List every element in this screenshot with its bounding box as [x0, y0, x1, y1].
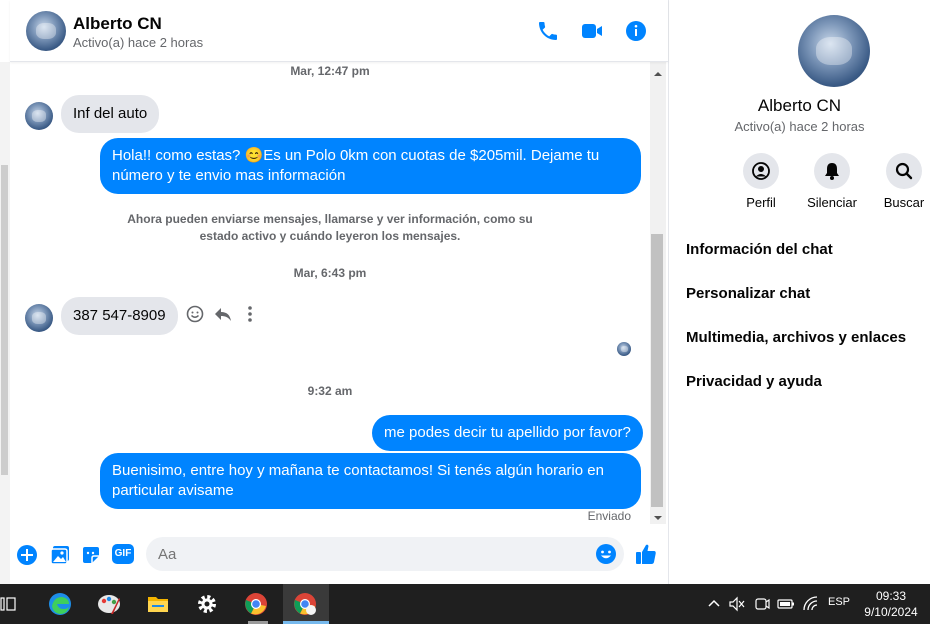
menu-chat-info[interactable]: Información del chat	[686, 241, 833, 258]
menu-privacy-help[interactable]: Privacidad y ayuda	[686, 373, 822, 390]
task-view-icon[interactable]	[0, 592, 18, 616]
timestamp: Mar, 6:43 pm	[293, 266, 367, 280]
more-options-icon[interactable]	[242, 304, 258, 324]
video-call-icon[interactable]	[580, 19, 604, 43]
profile-avatar[interactable]	[798, 15, 870, 87]
add-icon[interactable]	[16, 544, 38, 566]
sender-avatar[interactable]	[25, 304, 53, 332]
menu-customize-chat[interactable]: Personalizar chat	[686, 285, 810, 302]
emoji-icon[interactable]	[595, 543, 617, 565]
timestamp: 9:32 am	[307, 384, 353, 398]
wifi-icon[interactable]	[803, 596, 819, 612]
edge-icon[interactable]	[48, 592, 72, 616]
photo-icon[interactable]	[49, 544, 71, 566]
paint-app-icon[interactable]	[97, 592, 121, 616]
scroll-up-arrow-icon[interactable]	[651, 66, 665, 76]
sender-avatar[interactable]	[25, 102, 53, 130]
incoming-message[interactable]: 387 547-8909	[61, 297, 178, 335]
profile-label: Perfil	[746, 195, 776, 210]
profile-name: Alberto CN	[757, 96, 842, 115]
outgoing-message[interactable]: me podes decir tu apellido por favor?	[372, 415, 643, 451]
chat-info-panel: Alberto CN Activo(a) hace 2 horas Perfil…	[668, 0, 930, 584]
seen-avatar-icon	[617, 342, 631, 356]
message-composer: GIF	[10, 530, 668, 580]
chat-header: Alberto CN Activo(a) hace 2 horas	[10, 0, 668, 62]
like-icon[interactable]	[634, 542, 658, 566]
meet-camera-icon[interactable]	[754, 596, 770, 612]
show-hidden-icons-chevron-icon[interactable]	[707, 597, 721, 611]
clock-time: 09:33	[875, 589, 907, 603]
bell-icon	[825, 163, 839, 180]
volume-muted-icon[interactable]	[729, 596, 745, 612]
chat-scroll-thumb[interactable]	[651, 234, 663, 507]
contact-status: Activo(a) hace 2 horas	[73, 35, 204, 50]
profile-status: Activo(a) hace 2 horas	[734, 119, 865, 134]
chrome-icon	[245, 593, 267, 615]
mute-button[interactable]: Silenciar	[797, 153, 867, 210]
react-emoji-icon[interactable]	[185, 304, 205, 324]
system-notice: Ahora pueden enviarse mensajes, llamarse…	[127, 212, 533, 243]
mute-label: Silenciar	[807, 195, 857, 210]
language-indicator[interactable]: ESP	[828, 596, 850, 608]
search-icon	[895, 162, 913, 180]
chrome-taskbar-button[interactable]	[236, 584, 280, 624]
clock-date: 9/10/2024	[864, 605, 918, 619]
contact-avatar[interactable]	[26, 11, 66, 51]
incoming-message[interactable]: Inf del auto	[61, 95, 160, 133]
reply-icon[interactable]	[213, 304, 233, 324]
contact-name[interactable]: Alberto CN	[73, 14, 162, 34]
gif-button[interactable]: GIF	[112, 544, 134, 564]
messenger-app: Alberto CN Activo(a) hace 2 horas Mar, 1…	[0, 0, 930, 584]
delivery-status: Enviado	[587, 509, 631, 523]
profile-button[interactable]: Perfil	[726, 153, 796, 210]
battery-icon[interactable]	[777, 597, 795, 611]
sticker-icon[interactable]	[80, 544, 102, 566]
outgoing-message[interactable]: Hola!! como estas? 😊Es un Polo 0km con c…	[100, 138, 641, 194]
menu-media-files-links[interactable]: Multimedia, archivos y enlaces	[686, 329, 906, 346]
chrome-profile-icon	[294, 593, 316, 615]
outgoing-message[interactable]: Buenisimo, entre hoy y mañana te contact…	[100, 453, 641, 509]
info-icon[interactable]	[624, 19, 648, 43]
profile-icon	[752, 162, 770, 180]
search-label: Buscar	[883, 195, 925, 210]
message-input[interactable]	[146, 537, 624, 571]
chrome-profile-taskbar-button[interactable]	[283, 584, 329, 624]
search-button[interactable]: Buscar	[869, 153, 930, 210]
system-clock[interactable]: 09:33 9/10/2024	[856, 588, 926, 620]
phone-icon[interactable]	[536, 19, 560, 43]
conversation-thread: Mar, 12:47 pm Inf del auto Hola!! como e…	[10, 62, 650, 526]
windows-taskbar: ESP 09:33 9/10/2024	[0, 584, 930, 624]
timestamp: Mar, 12:47 pm	[290, 64, 370, 78]
settings-gear-icon[interactable]	[195, 592, 219, 616]
scroll-down-arrow-icon[interactable]	[651, 510, 665, 520]
left-scroll-thumb[interactable]	[1, 165, 8, 475]
file-explorer-icon[interactable]	[146, 592, 170, 616]
